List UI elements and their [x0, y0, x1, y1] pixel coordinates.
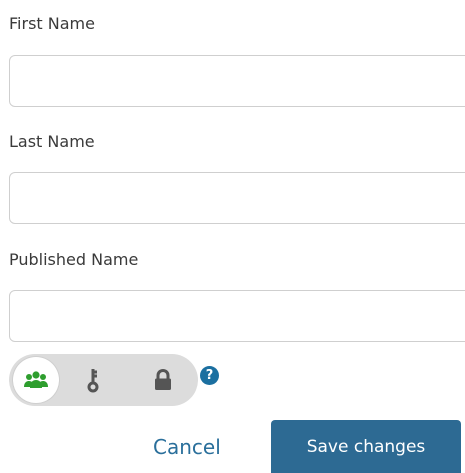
visibility-toggle: [9, 354, 198, 406]
visibility-option-lock[interactable]: [140, 357, 186, 403]
cancel-button[interactable]: Cancel: [153, 434, 221, 460]
first-name-label: First Name: [9, 14, 95, 33]
question-circle-icon[interactable]: ?: [200, 366, 219, 385]
published-name-label: Published Name: [9, 250, 139, 269]
key-icon: [87, 369, 99, 393]
last-name-label: Last Name: [9, 132, 95, 151]
visibility-option-key[interactable]: [70, 357, 116, 403]
group-icon: [24, 371, 48, 388]
first-name-input[interactable]: [9, 55, 465, 107]
lock-icon: [155, 369, 171, 390]
published-name-input[interactable]: [9, 290, 465, 342]
last-name-input[interactable]: [9, 172, 465, 224]
save-changes-button[interactable]: Save changes: [271, 420, 461, 473]
visibility-option-public[interactable]: [13, 357, 59, 403]
